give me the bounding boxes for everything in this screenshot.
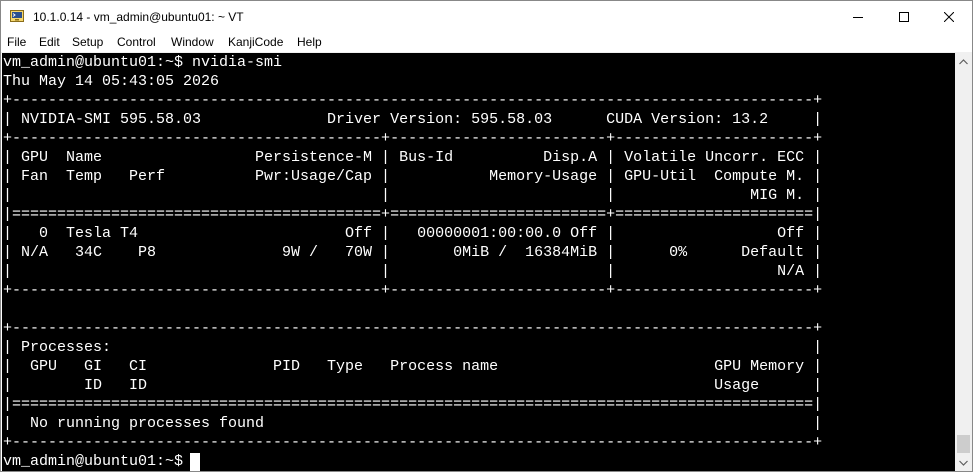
close-button[interactable]	[926, 1, 972, 32]
scroll-up-button[interactable]	[955, 53, 972, 70]
menu-kanjicode[interactable]: KanjiCode	[228, 35, 283, 49]
maximize-button[interactable]	[881, 1, 927, 32]
terminal-line: |=======================================…	[3, 206, 823, 223]
chevron-down-icon	[959, 460, 968, 466]
terminal-line: | GPU Name Persistence-M | Bus-Id Disp.A…	[3, 149, 823, 166]
terminal-cursor	[190, 453, 200, 471]
teraterm-icon[interactable]	[10, 9, 24, 23]
menu-bar: File Edit Setup Control Window KanjiCode…	[1, 32, 972, 53]
terminal-line: +---------------------------------------…	[3, 92, 823, 109]
terminal-line: | Fan Temp Perf Pwr:Usage/Cap | Memory-U…	[3, 168, 823, 185]
menu-setup[interactable]: Setup	[72, 35, 103, 49]
terminal-line: +---------------------------------------…	[3, 130, 823, 147]
terminal-line: Thu May 14 05:43:05 2026	[3, 73, 220, 90]
scroll-down-button[interactable]	[955, 454, 972, 471]
terminal-line: | Processes: |	[3, 339, 823, 356]
terminal-line: | | | MIG M. |	[3, 187, 823, 204]
menu-edit[interactable]: Edit	[39, 35, 60, 49]
terminal-line: | ID ID Usage |	[3, 377, 823, 394]
minimize-button[interactable]	[835, 1, 881, 32]
terminal-line: | N/A 34C P8 9W / 70W | 0MiB / 16384MiB …	[3, 244, 823, 261]
terminal-line: |=======================================…	[3, 396, 823, 413]
terminal-line: | NVIDIA-SMI 595.58.03 Driver Version: 5…	[3, 111, 823, 128]
window-title: 10.1.0.14 - vm_admin@ubuntu01: ~ VT	[33, 10, 244, 24]
scroll-thumb[interactable]	[957, 435, 970, 453]
menu-control[interactable]: Control	[117, 35, 156, 49]
terminal-line: | | | N/A |	[3, 263, 823, 280]
terminal-line: +---------------------------------------…	[3, 320, 823, 337]
chevron-up-icon	[959, 58, 968, 64]
menu-file[interactable]: File	[7, 35, 26, 49]
menu-help[interactable]: Help	[297, 35, 322, 49]
vertical-scrollbar[interactable]	[955, 53, 972, 471]
terminal-line: +---------------------------------------…	[3, 434, 823, 451]
title-bar[interactable]: 10.1.0.14 - vm_admin@ubuntu01: ~ VT	[1, 1, 972, 32]
terminal-window: 10.1.0.14 - vm_admin@ubuntu01: ~ VT File…	[0, 0, 973, 472]
close-icon	[944, 11, 954, 22]
terminal-line: | GPU GI CI PID Type Process name GPU Me…	[3, 358, 823, 375]
terminal-line: vm_admin@ubuntu01:~$ nvidia-smi	[3, 54, 283, 71]
terminal-prompt: vm_admin@ubuntu01:~$	[3, 453, 193, 470]
terminal-line: +---------------------------------------…	[3, 282, 823, 299]
terminal-line: | No running processes found |	[3, 415, 823, 432]
maximize-icon	[899, 11, 909, 22]
menu-window[interactable]: Window	[171, 35, 214, 49]
terminal-line: | 0 Tesla T4 Off | 00000001:00:00.0 Off …	[3, 225, 823, 242]
minimize-icon	[853, 16, 863, 18]
terminal-screen[interactable]: vm_admin@ubuntu01:~$ nvidia-smi Thu May …	[2, 53, 955, 471]
